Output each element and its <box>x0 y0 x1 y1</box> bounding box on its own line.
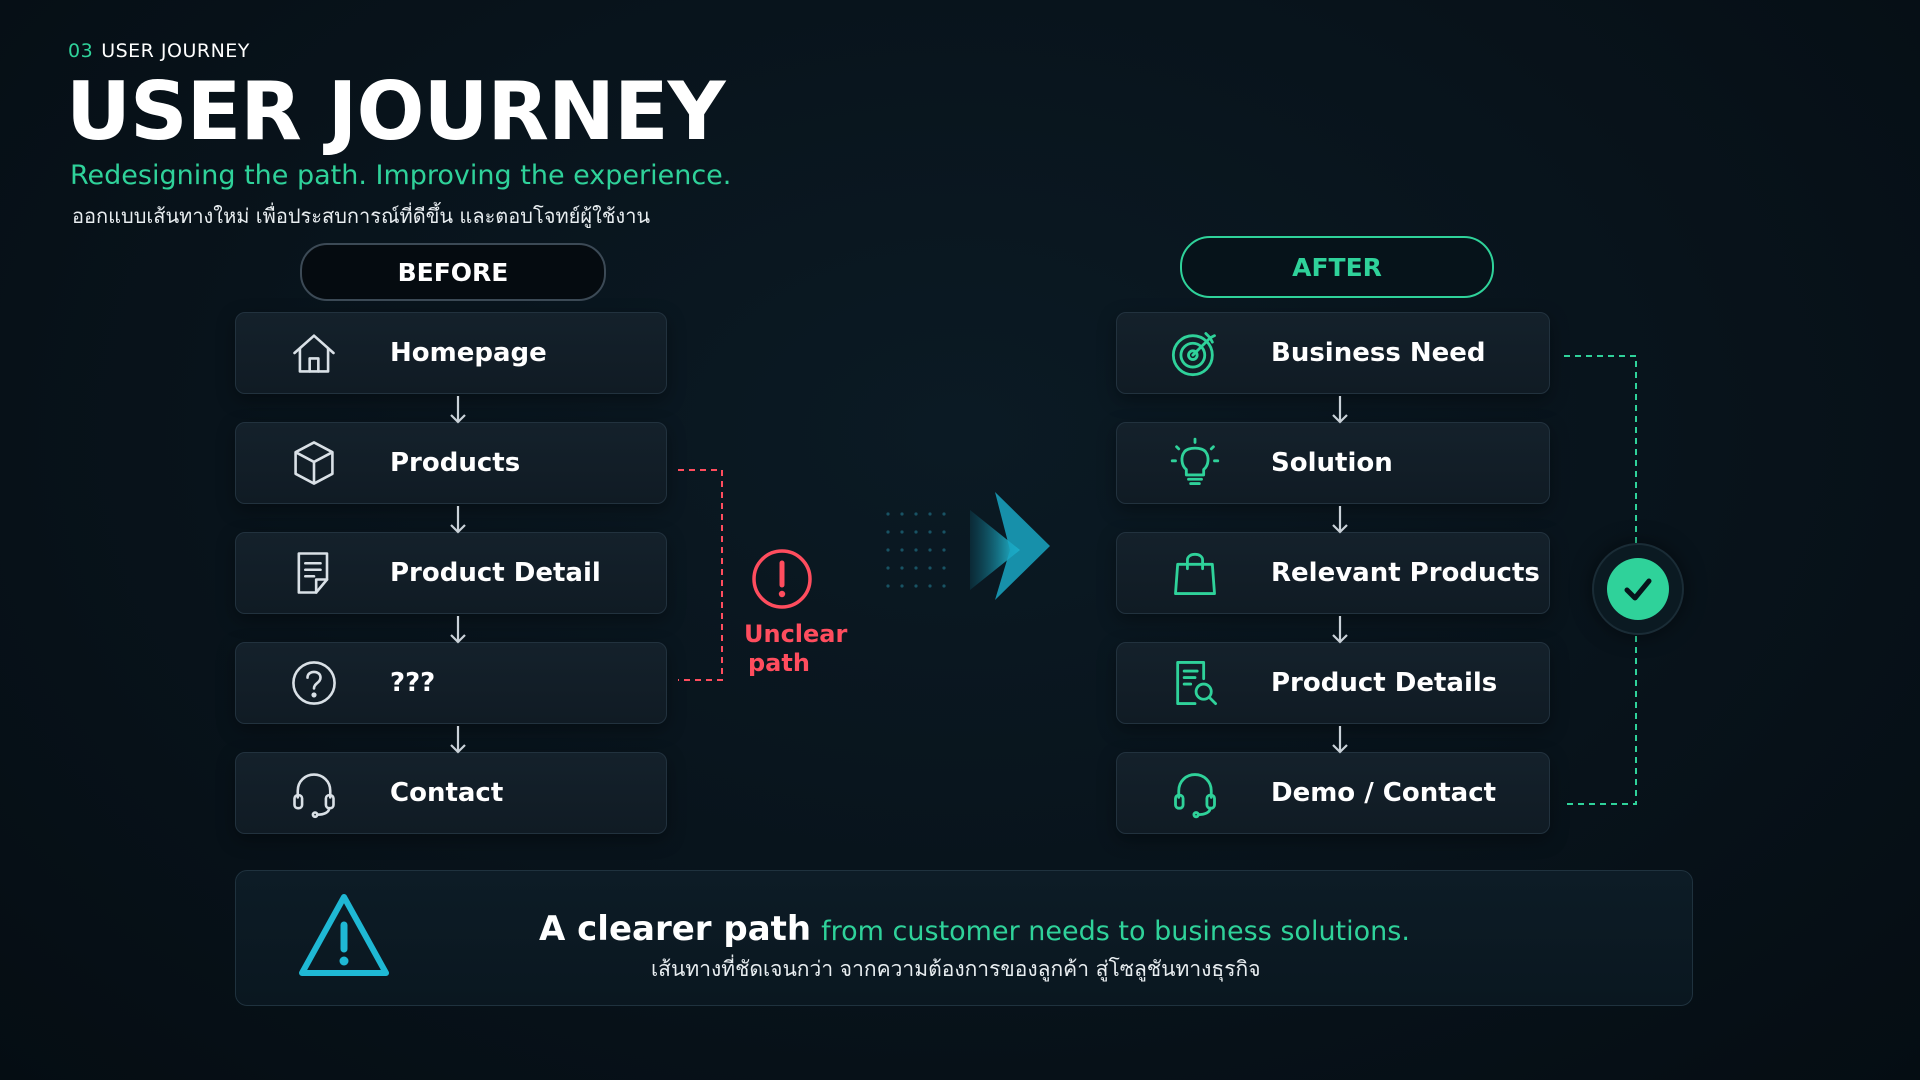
after-step-relevant-products: Relevant Products <box>1116 532 1550 614</box>
check-circle-icon <box>1592 543 1684 635</box>
page-subtitle-thai: ออกแบบเส้นทางใหม่ เพื่อประสบการณ์ที่ดีขึ… <box>72 204 651 228</box>
before-step-homepage: Homepage <box>235 312 667 394</box>
page-title: USER JOURNEY <box>66 65 726 158</box>
banner-subtext: เส้นทางที่ชัดเจนกว่า จากความต้องการของลู… <box>651 957 1261 981</box>
arrow-down-icon <box>1332 726 1348 754</box>
page-subtitle: Redesigning the path. Improving the expe… <box>70 160 732 191</box>
warning-triangle-icon <box>299 894 389 976</box>
transition-chevron-icon <box>886 492 1050 600</box>
document-search-icon <box>1167 655 1223 711</box>
section-label: 03 USER JOURNEY <box>68 40 250 62</box>
after-step-product-details: Product Details <box>1116 642 1550 724</box>
question-icon <box>286 655 342 711</box>
after-step-solution: Solution <box>1116 422 1550 504</box>
before-label: BEFORE <box>300 243 606 301</box>
after-step-business-need: Business Need <box>1116 312 1550 394</box>
box-icon <box>286 435 342 491</box>
summary-banner: A clearer path from customer needs to bus… <box>235 870 1693 1006</box>
arrow-down-icon <box>1332 506 1348 534</box>
step-label: Products <box>390 448 521 478</box>
section-number: 03 <box>68 40 94 62</box>
step-label: ??? <box>390 668 436 698</box>
step-label: Product Detail <box>390 558 601 588</box>
section-name: USER JOURNEY <box>101 40 250 62</box>
step-label: Business Need <box>1271 338 1486 368</box>
lightbulb-icon <box>1167 435 1223 491</box>
banner-headline-strong: A clearer path <box>539 909 812 949</box>
unclear-path-line2: path <box>748 649 810 677</box>
shopping-bag-icon <box>1167 545 1223 601</box>
arrow-down-icon <box>450 506 466 534</box>
arrow-down-icon <box>1332 616 1348 644</box>
banner-headline: A clearer path from customer needs to bus… <box>539 909 1410 949</box>
document-icon <box>286 545 342 601</box>
unclear-path-line1: Unclear <box>744 620 848 648</box>
headset-icon <box>286 765 342 821</box>
arrow-down-icon <box>1332 396 1348 424</box>
unclear-path-label: Unclear path <box>744 620 847 678</box>
after-step-demo-contact: Demo / Contact <box>1116 752 1550 834</box>
step-label: Relevant Products <box>1271 558 1540 588</box>
before-step-product-detail: Product Detail <box>235 532 667 614</box>
after-label: AFTER <box>1180 236 1494 298</box>
headset-icon <box>1167 765 1223 821</box>
before-step-unknown: ??? <box>235 642 667 724</box>
arrow-down-icon <box>450 616 466 644</box>
arrow-down-icon <box>450 396 466 424</box>
step-label: Solution <box>1271 448 1393 478</box>
target-icon <box>1167 325 1223 381</box>
step-label: Product Details <box>1271 668 1498 698</box>
alert-circle-icon <box>752 549 812 609</box>
arrow-down-icon <box>450 726 466 754</box>
unclear-path-bracket <box>678 469 723 681</box>
step-label: Demo / Contact <box>1271 778 1497 808</box>
banner-headline-highlight: from customer needs to business solution… <box>821 916 1410 947</box>
before-step-contact: Contact <box>235 752 667 834</box>
step-label: Homepage <box>390 338 547 368</box>
before-step-products: Products <box>235 422 667 504</box>
home-icon <box>286 325 342 381</box>
step-label: Contact <box>390 778 504 808</box>
